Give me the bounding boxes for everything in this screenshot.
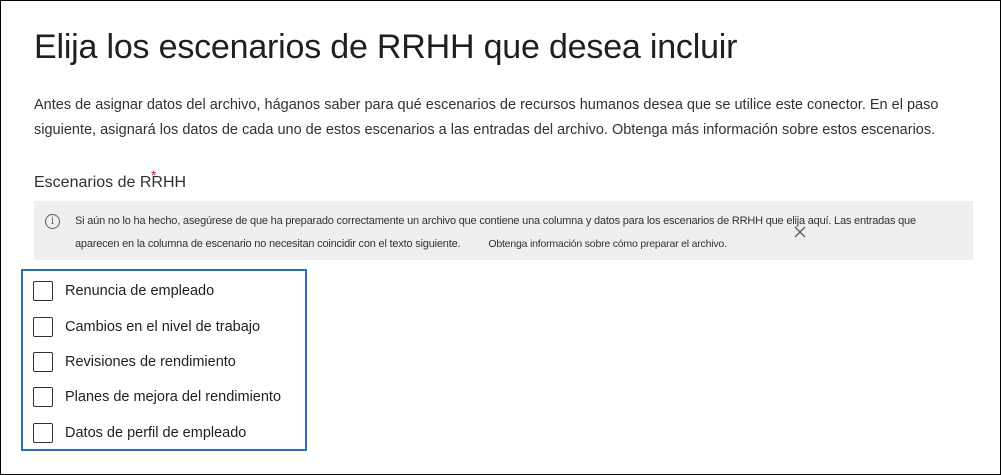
- checkbox[interactable]: [33, 352, 53, 372]
- scenarios-section-label: Escenarios de RRHH: [34, 174, 187, 191]
- scenario-checkbox-group: Renuncia de empleado Cambios en el nivel…: [21, 269, 307, 451]
- info-banner-line-2: aparecen en la columna de escenario no n…: [75, 233, 955, 256]
- page-title: Elija los escenarios de RRHH que desea i…: [34, 28, 738, 66]
- scenario-option-revisiones[interactable]: Revisiones de rendimiento: [33, 349, 236, 375]
- scenario-label: Renuncia de empleado: [65, 283, 215, 299]
- required-indicator: *: [151, 167, 157, 183]
- scenario-option-datos-perfil[interactable]: Datos de perfil de empleado: [33, 420, 246, 446]
- checkbox[interactable]: [33, 423, 53, 443]
- scenario-option-renuncia[interactable]: Renuncia de empleado: [33, 278, 214, 304]
- prepare-file-link[interactable]: Obtenga información sobre cómo preparar …: [488, 233, 727, 256]
- info-banner-text: Si aún no lo ha hecho, asegúrese de que …: [75, 210, 955, 256]
- scenario-option-cambios-nivel[interactable]: Cambios en el nivel de trabajo: [33, 314, 260, 340]
- scenario-option-planes-mejora[interactable]: Planes de mejora del rendimiento: [33, 384, 281, 410]
- checkbox[interactable]: [33, 281, 53, 301]
- dialog-frame: Elija los escenarios de RRHH que desea i…: [0, 0, 1001, 475]
- scenario-label: Datos de perfil de empleado: [65, 425, 247, 441]
- scenario-label: Planes de mejora del rendimiento: [65, 389, 282, 405]
- info-banner-line-1: Si aún no lo ha hecho, asegúrese de que …: [75, 215, 916, 227]
- scenario-label: Cambios en el nivel de trabajo: [65, 319, 261, 335]
- info-banner-line-2-text: aparecen en la columna de escenario no n…: [75, 238, 461, 250]
- checkbox[interactable]: [33, 387, 53, 407]
- checkbox[interactable]: [33, 317, 53, 337]
- close-icon[interactable]: [794, 226, 806, 238]
- info-banner: i Si aún no lo ha hecho, asegúrese de qu…: [34, 201, 973, 260]
- scenario-label: Revisiones de rendimiento: [65, 354, 236, 370]
- page-description: Antes de asignar datos del archivo, hága…: [34, 97, 939, 138]
- info-icon: i: [45, 214, 60, 229]
